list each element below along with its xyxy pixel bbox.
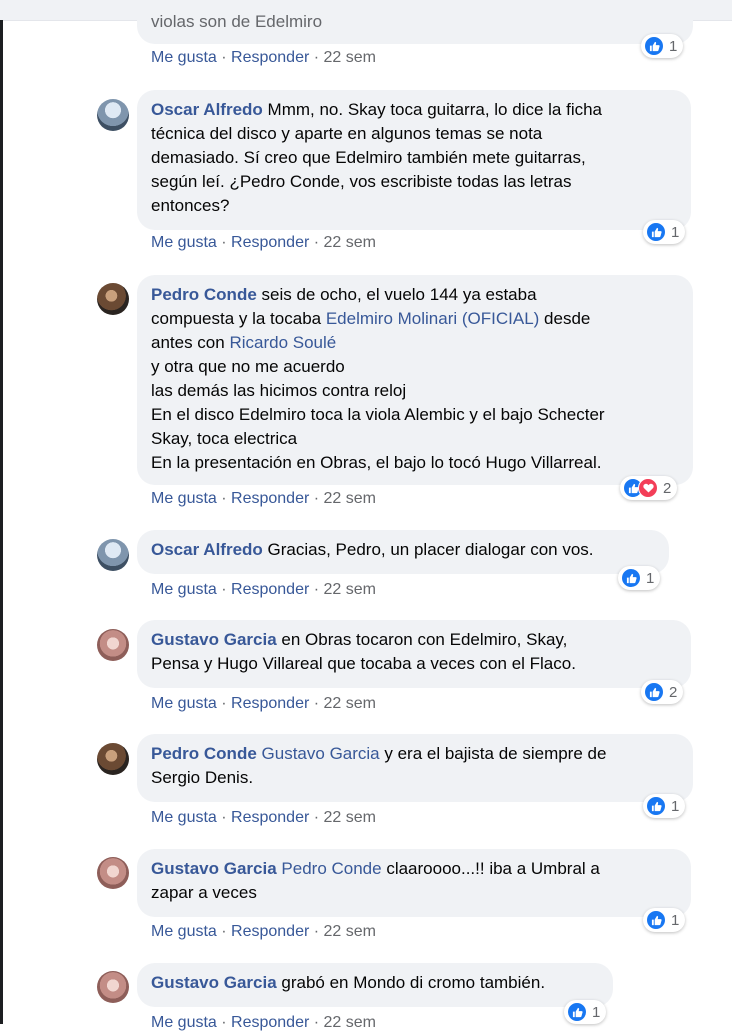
comment-bubble: Pedro Conde Gustavo Garcia y era el baji… [137, 734, 693, 802]
avatar[interactable] [97, 971, 129, 1003]
like-reaction-icon [646, 910, 666, 930]
like-link[interactable]: Me gusta [151, 1014, 217, 1031]
like-reaction-icon [644, 36, 664, 56]
like-reaction-icon [644, 682, 664, 702]
like-link[interactable]: Me gusta [151, 809, 217, 826]
reaction-count: 1 [671, 223, 680, 241]
like-reaction-icon [621, 568, 641, 588]
reaction-summary[interactable]: 1 [643, 908, 686, 932]
reaction-count: 1 [592, 1003, 601, 1021]
timestamp[interactable]: 22 sem [324, 1014, 376, 1031]
like-link[interactable]: Me gusta [151, 234, 217, 251]
reply-link[interactable]: Responder [231, 234, 309, 251]
like-reaction-icon [646, 222, 666, 242]
reply-link[interactable]: Responder [231, 1014, 309, 1031]
comment-bubble: Pedro Conde seis de ocho, el vuelo 144 y… [137, 275, 693, 485]
comment-author[interactable]: Gustavo Garcia [151, 973, 277, 992]
like-link[interactable]: Me gusta [151, 490, 217, 507]
reaction-summary[interactable]: 1 [564, 1000, 607, 1024]
avatar[interactable] [97, 99, 129, 131]
timestamp[interactable]: 22 sem [324, 234, 376, 251]
timestamp[interactable]: 22 sem [324, 695, 376, 712]
reaction-summary[interactable]: 1 [618, 566, 661, 590]
comment-bubble: violas son de Edelmiro [137, 0, 693, 44]
left-border [0, 20, 3, 1024]
timestamp[interactable]: 22 sem [324, 49, 376, 66]
like-link[interactable]: Me gusta [151, 49, 217, 66]
mention-link[interactable]: Gustavo Garcia [262, 744, 380, 763]
comment-actions: Me gusta · Responder · 22 sem [151, 809, 376, 826]
timestamp[interactable]: 22 sem [324, 809, 376, 826]
reply-link[interactable]: Responder [231, 490, 309, 507]
avatar[interactable] [97, 629, 129, 661]
comment-bubble: Gustavo Garcia grabó en Mondo di cromo t… [137, 963, 613, 1007]
comment-bubble: Oscar Alfredo Mmm, no. Skay toca guitarr… [137, 90, 691, 230]
comment-author[interactable]: Gustavo Garcia [151, 859, 277, 878]
comment-actions: Me gusta · Responder · 22 sem [151, 490, 376, 507]
comment-bubble: Oscar Alfredo Gracias, Pedro, un placer … [137, 530, 669, 574]
reaction-summary[interactable]: 1 [643, 794, 686, 818]
reaction-count: 2 [669, 683, 678, 701]
comment-actions: Me gusta · Responder · 22 sem [151, 581, 376, 598]
mention-link[interactable]: Edelmiro Molinari (OFICIAL) [326, 309, 540, 328]
reply-link[interactable]: Responder [231, 49, 309, 66]
reaction-count: 2 [663, 479, 672, 497]
timestamp[interactable]: 22 sem [324, 490, 376, 507]
mention-link[interactable]: Pedro Conde [281, 859, 381, 878]
comment-actions: Me gusta · Responder · 22 sem [151, 695, 376, 712]
reaction-summary[interactable]: 1 [641, 34, 684, 58]
comment-author[interactable]: Oscar Alfredo [151, 100, 263, 119]
like-link[interactable]: Me gusta [151, 581, 217, 598]
reply-link[interactable]: Responder [231, 695, 309, 712]
like-reaction-icon [646, 796, 666, 816]
comment-text: violas son de Edelmiro [151, 12, 323, 31]
comment-actions: Me gusta · Responder · 22 sem [151, 234, 376, 251]
like-reaction-icon [567, 1002, 587, 1022]
comment-author[interactable]: Pedro Conde [151, 285, 257, 304]
avatar[interactable] [97, 283, 129, 315]
comment-bubble: Gustavo Garcia en Obras tocaron con Edel… [137, 620, 691, 688]
comment-author[interactable]: Oscar Alfredo [151, 540, 263, 559]
reaction-count: 1 [669, 37, 678, 55]
love-reaction-icon [638, 478, 658, 498]
reaction-summary[interactable]: 1 [643, 220, 686, 244]
like-link[interactable]: Me gusta [151, 695, 217, 712]
reaction-count: 1 [671, 911, 680, 929]
timestamp[interactable]: 22 sem [324, 923, 376, 940]
reply-link[interactable]: Responder [231, 809, 309, 826]
reply-link[interactable]: Responder [231, 581, 309, 598]
avatar[interactable] [97, 743, 129, 775]
timestamp[interactable]: 22 sem [324, 581, 376, 598]
avatar[interactable] [97, 539, 129, 571]
comment-actions: Me gusta · Responder · 22 sem [151, 1014, 376, 1031]
reaction-count: 1 [646, 569, 655, 587]
comment-actions: Me gusta · Responder · 22 sem [151, 49, 376, 66]
reaction-summary[interactable]: 2 [641, 680, 684, 704]
avatar[interactable] [97, 857, 129, 889]
comment-actions: Me gusta · Responder · 22 sem [151, 923, 376, 940]
reply-link[interactable]: Responder [231, 923, 309, 940]
reaction-summary[interactable]: 2 [620, 476, 678, 500]
like-link[interactable]: Me gusta [151, 923, 217, 940]
reaction-count: 1 [671, 797, 680, 815]
mention-link[interactable]: Ricardo Soulé [229, 333, 336, 352]
comment-bubble: Gustavo Garcia Pedro Conde claaroooo...!… [137, 849, 691, 917]
comment-author[interactable]: Pedro Conde [151, 744, 257, 763]
comment-author[interactable]: Gustavo Garcia [151, 630, 277, 649]
